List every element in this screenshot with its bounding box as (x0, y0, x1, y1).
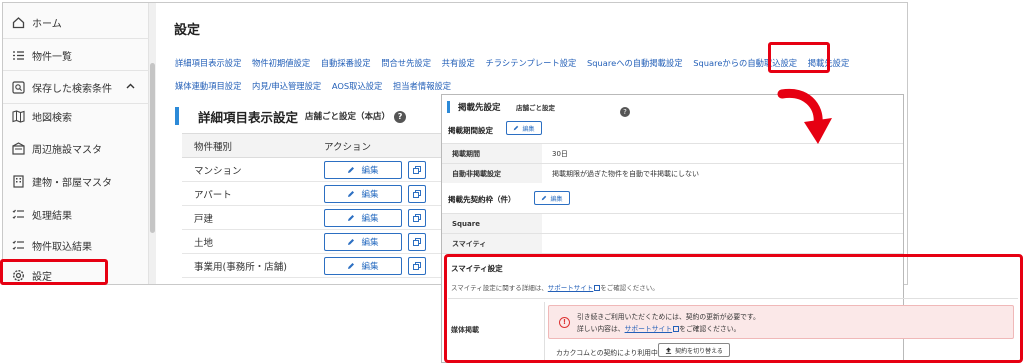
property-type: 戸建 (182, 205, 312, 230)
sidebar-item-import-results[interactable]: 物件取込結果 (3, 229, 149, 261)
pencil-icon (348, 166, 355, 173)
sidebar-item-building-master[interactable]: 建物・部屋マスタ (3, 165, 149, 197)
section-accent-bar (175, 107, 179, 125)
edit-button[interactable]: 編集 (324, 184, 402, 203)
highlight-listing-tab (768, 42, 830, 73)
sidebar-item-property-list[interactable]: 物件一覧 (3, 39, 149, 71)
property-type: アパート (182, 181, 312, 206)
quota-section-title: 掲載先契約枠（件） (448, 195, 516, 204)
copy-button[interactable] (408, 184, 426, 203)
sidebar-item-label: 物件取込結果 (32, 241, 92, 253)
property-type: マンション (182, 157, 312, 182)
tab-sharing[interactable]: 共有設定 (442, 52, 475, 75)
copy-button[interactable] (408, 208, 426, 227)
scope-badge: 店舗ごと設定 (516, 104, 555, 112)
pencil-icon (348, 262, 355, 269)
sidebar-item-map-search[interactable]: 地図検索 (3, 100, 149, 132)
copy-icon (413, 189, 421, 198)
home-icon (11, 15, 25, 29)
row-value: 30日 (552, 149, 568, 158)
property-type: 事業用(事務所・店舗) (182, 253, 312, 278)
sidebar-item-label: 物件一覧 (32, 51, 72, 63)
tab-auto-numbering[interactable]: 自動採番設定 (321, 52, 371, 75)
copy-icon (413, 261, 421, 270)
edit-button[interactable]: 編集 (324, 160, 402, 179)
map-icon (11, 109, 25, 123)
row-label: 掲載期間 (442, 144, 542, 163)
tab-media-linked-items[interactable]: 媒体連動項目設定 (175, 75, 241, 98)
checklist-icon (11, 238, 25, 252)
row-value: 掲載期限が過ぎた物件を自動で非掲載にしない (552, 169, 699, 178)
tab-flyer-template[interactable]: チラシテンプレート設定 (485, 52, 576, 75)
tab-detail-display[interactable]: 詳細項目表示設定 (175, 52, 241, 75)
highlight-smaity-settings (444, 254, 1023, 363)
sidebar-item-label: 建物・部屋マスタ (32, 177, 112, 189)
sidebar-item-processing-results[interactable]: 処理結果 (3, 198, 149, 230)
sidebar-item-label: 処理結果 (32, 210, 72, 222)
period-section-title: 掲載期間設定 (448, 126, 493, 135)
edit-button[interactable]: 編集 (324, 256, 402, 275)
pencil-icon (348, 214, 355, 221)
page-title: 設定 (174, 23, 201, 38)
saved-search-icon (11, 80, 25, 94)
copy-button[interactable] (408, 160, 426, 179)
sidebar-item-label: 周辺施設マスタ (32, 144, 102, 156)
quota-row-smaity: スマイティ (442, 233, 903, 253)
copy-icon (413, 165, 421, 174)
section-title: 詳細項目表示設定 (198, 110, 299, 125)
tab-viewing-application[interactable]: 内見/申込管理設定 (252, 75, 321, 98)
building-icon (11, 174, 25, 188)
sidebar-item-home[interactable]: ホーム (3, 6, 149, 38)
copy-icon (413, 237, 421, 246)
sidebar-item-label: 保存した検索条件 (32, 83, 112, 95)
highlight-settings-nav (0, 259, 108, 285)
copy-button[interactable] (408, 256, 426, 275)
quota-edit-button[interactable]: 編集 (534, 191, 570, 205)
property-type: 土地 (182, 229, 312, 254)
sidebar-item-label: ホーム (32, 18, 62, 30)
copy-button[interactable] (408, 232, 426, 251)
checklist-icon (11, 207, 25, 221)
list-icon (11, 48, 25, 62)
pencil-icon (348, 238, 355, 245)
period-edit-button[interactable]: 編集 (506, 121, 542, 135)
sidebar: ホーム 物件一覧 保存した検索条件 地図検索 周辺施設マスタ 建物・部屋マスタ … (3, 3, 149, 284)
tab-property-defaults[interactable]: 物件初期値設定 (252, 52, 310, 75)
help-icon[interactable]: ? (620, 101, 630, 120)
tab-inquiry[interactable]: 問合せ先設定 (381, 52, 431, 75)
row-label: スマイティ (442, 234, 542, 253)
row-label: 自動非掲載設定 (442, 164, 542, 183)
pencil-icon (542, 195, 547, 201)
copy-icon (413, 213, 421, 222)
column-header: 物件種別 (182, 133, 312, 158)
row-label: Square (442, 214, 542, 233)
quota-row-square: Square (442, 213, 903, 233)
help-icon[interactable]: ? (394, 110, 407, 123)
red-arrow-icon (777, 88, 832, 144)
edit-button[interactable]: 編集 (324, 232, 402, 251)
edit-button[interactable]: 編集 (324, 208, 402, 227)
sidebar-item-facility-master[interactable]: 周辺施設マスタ (3, 132, 149, 164)
section-accent-bar (447, 101, 450, 113)
auto-unlist-row: 自動非掲載設定 掲載期限が過ぎた物件を自動で非掲載にしない (442, 163, 903, 183)
panel-title: 掲載先設定 (458, 103, 501, 113)
facility-icon (11, 141, 25, 155)
pencil-icon (514, 125, 519, 131)
tab-aos-import[interactable]: AOS取込設定 (332, 75, 383, 98)
pencil-icon (348, 190, 355, 197)
sidebar-item-label: 地図検索 (32, 112, 72, 124)
scope-badge: 店舗ごと設定（本店）? (305, 110, 407, 123)
tab-square-auto-post[interactable]: Squareへの自動掲載設定 (587, 52, 683, 75)
sidebar-item-saved-search[interactable]: 保存した検索条件 (3, 71, 149, 103)
chevron-up-icon[interactable] (126, 82, 135, 92)
sidebar-scrollbar[interactable] (149, 3, 156, 284)
